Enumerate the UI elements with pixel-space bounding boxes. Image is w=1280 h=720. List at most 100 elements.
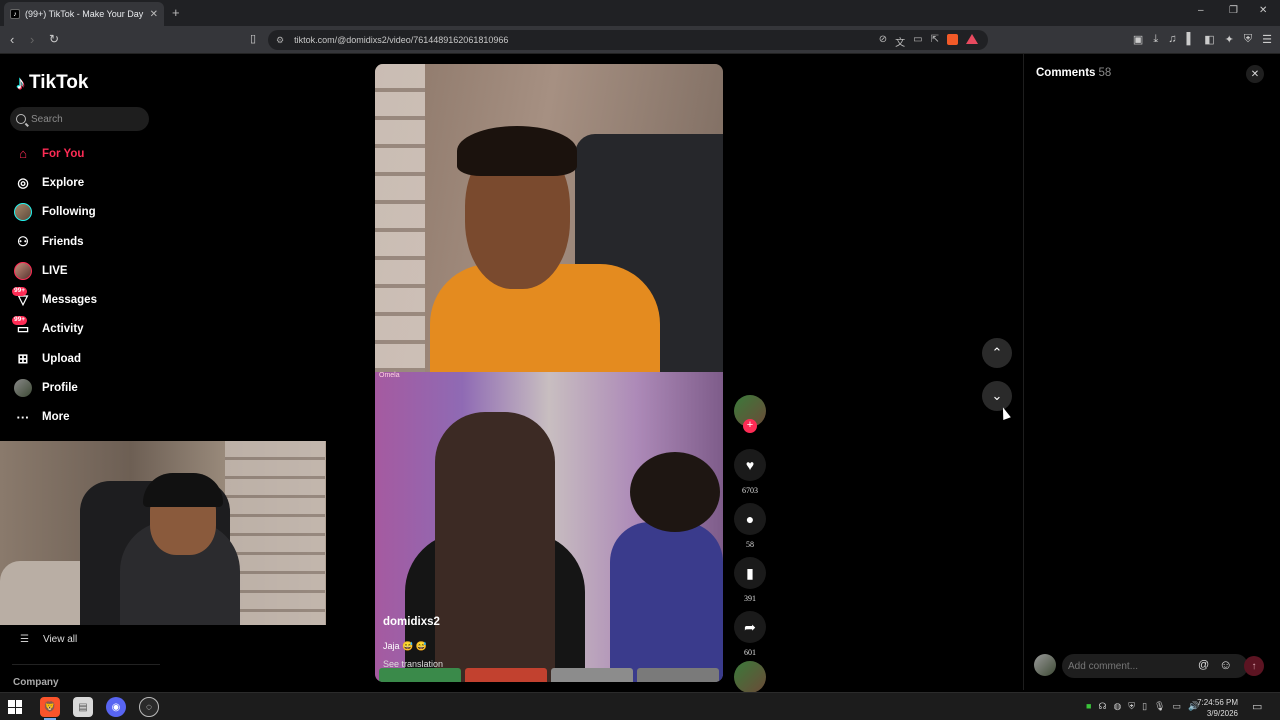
back-icon[interactable]: ‹ xyxy=(10,32,14,47)
company-link[interactable]: Company xyxy=(13,677,59,688)
compass-icon: ◎ xyxy=(17,174,29,190)
nvidia-icon[interactable]: ■ xyxy=(1086,701,1091,712)
post-comment-button[interactable]: ↑ xyxy=(1244,656,1264,676)
sidebar-item-for-you[interactable]: ⌂ For You xyxy=(14,139,97,168)
cast-icon[interactable]: ▭ xyxy=(913,34,922,49)
music-icon[interactable]: ♫ xyxy=(1168,33,1176,46)
windows-start-icon[interactable] xyxy=(8,700,22,714)
tab-close-icon[interactable]: ✕ xyxy=(150,9,158,20)
leo-ai-icon[interactable]: ✦ xyxy=(1225,33,1234,46)
address-bar[interactable]: ⚙ tiktok.com/@domidixs2/video/7614489162… xyxy=(268,30,988,50)
minimize-button[interactable]: – xyxy=(1198,5,1204,16)
view-all-label: View all xyxy=(42,634,78,645)
sidebar-item-label: Messages xyxy=(42,294,97,307)
bookmark-action[interactable]: ▮ 391 xyxy=(734,557,766,603)
shield-tray-icon[interactable]: ⛨ xyxy=(1128,701,1135,712)
share-icon[interactable]: ⇱ xyxy=(931,34,939,49)
no-media-icon[interactable]: ⊘ xyxy=(879,34,887,49)
music-disc-icon[interactable] xyxy=(734,661,766,693)
sidebar-item-more[interactable]: ··· More xyxy=(14,403,97,432)
sidebar-item-activity[interactable]: ▭ 99+ Activity xyxy=(12,315,97,344)
sidebar-item-messages[interactable]: ▽ 99+ Messages xyxy=(12,285,97,314)
share-action[interactable]: ➦ 601 xyxy=(734,611,766,657)
close-window-button[interactable]: ✕ xyxy=(1259,5,1267,16)
follow-plus-icon[interactable]: + xyxy=(743,419,757,433)
share-arrow-icon[interactable]: ➦ xyxy=(734,611,766,643)
browser-tab[interactable]: ♪ (99+) TikTok - Make Your Day ✕ xyxy=(4,2,164,26)
obs-icon[interactable]: ◌ xyxy=(139,697,159,717)
address-bar-icons: ⊘ 文 ▭ ⇱ xyxy=(879,34,978,49)
sidebar-item-live[interactable]: LIVE xyxy=(14,256,97,285)
discord-icon[interactable]: ◉ xyxy=(106,697,126,717)
bookmark-icon[interactable]: ▮ xyxy=(734,557,766,589)
vpn-icon[interactable]: ⛨ xyxy=(1244,33,1252,46)
share-count: 601 xyxy=(744,648,756,657)
clock-date: 3/9/2026 xyxy=(1206,709,1238,718)
emoji-icon[interactable]: ☺ xyxy=(1219,657,1232,672)
comment-icon[interactable]: ● xyxy=(734,503,766,535)
new-tab-button[interactable]: + xyxy=(172,5,180,20)
bookmark-page-icon[interactable]: ▯ xyxy=(250,32,256,45)
close-icon: ✕ xyxy=(1250,68,1260,80)
search-input[interactable] xyxy=(31,113,141,125)
author-avatar[interactable]: + xyxy=(734,395,766,433)
close-comments-button[interactable]: ✕ xyxy=(1246,65,1264,83)
system-clock[interactable]: 7:24:56 PM 3/9/2026 xyxy=(1194,697,1238,719)
search-box[interactable] xyxy=(10,107,149,131)
wallet-icon[interactable]: ▣ xyxy=(1133,33,1143,46)
clock-time: 7:24:56 PM xyxy=(1197,698,1238,707)
mouse-cursor-icon xyxy=(999,405,1011,421)
sidebar-toggle-icon[interactable]: ▌ xyxy=(1186,33,1194,46)
notification-icon[interactable]: ▭ xyxy=(1252,700,1262,713)
sidebar-item-label: Activity xyxy=(42,323,84,336)
comment-input[interactable] xyxy=(1068,660,1188,672)
browser-tab-strip: ♪ (99+) TikTok - Make Your Day ✕ + – ❐ ✕ xyxy=(0,0,1280,26)
site-info-icon[interactable]: ⚙ xyxy=(276,35,284,46)
comment-input-box[interactable]: @ ☺ xyxy=(1062,654,1248,678)
sidebar-item-label: Explore xyxy=(42,176,85,189)
video-actions: + ♥ 6703 ● 58 ▮ 391 ➦ 601 xyxy=(734,395,766,693)
sidebar-item-profile[interactable]: Profile xyxy=(14,373,97,402)
wallet-crypto-icon[interactable]: ◧ xyxy=(1204,33,1214,46)
video-player[interactable]: Omela domidixs2 Jaja 😅 😅 See translation xyxy=(375,64,723,682)
translate-icon[interactable]: 文 xyxy=(895,34,905,49)
sidebar-item-upload[interactable]: ⊞ Upload xyxy=(14,344,97,373)
sidebar-item-friends[interactable]: ⚇ Friends xyxy=(14,227,97,256)
file-explorer-icon[interactable]: ▤ xyxy=(73,697,93,717)
forward-icon[interactable]: › xyxy=(30,32,34,47)
activity-badge: 99+ xyxy=(12,316,28,325)
like-action[interactable]: ♥ 6703 xyxy=(734,449,766,495)
sidebar-item-following[interactable]: Following xyxy=(14,198,97,227)
tiktok-logo[interactable]: ♪ TikTok xyxy=(16,72,88,94)
microphone-icon[interactable]: 🎙 xyxy=(1154,701,1165,712)
previous-video-button[interactable]: ⌃ xyxy=(982,338,1012,368)
reload-icon[interactable]: ↻ xyxy=(49,32,59,46)
usb-icon[interactable]: ▯ xyxy=(1142,701,1147,712)
comments-title: Comments xyxy=(1036,67,1096,79)
bookmark-count: 391 xyxy=(744,594,756,603)
sidebar-nav: ⌂ For You ◎ Explore Following ⚇ Friends … xyxy=(12,139,97,432)
brave-shields-icon[interactable] xyxy=(947,34,958,45)
more-icon: ··· xyxy=(16,409,30,425)
video-author[interactable]: domidixs2 xyxy=(383,616,440,628)
sidebar-item-label: More xyxy=(42,411,70,424)
see-translation-link[interactable]: See translation xyxy=(383,659,443,669)
network-icon[interactable]: ▭ xyxy=(1172,701,1181,712)
live-avatar-icon xyxy=(14,261,32,280)
next-video-button[interactable]: ⌄ xyxy=(982,381,1012,411)
url-text: tiktok.com/@domidixs2/video/761448916206… xyxy=(294,35,509,45)
restore-button[interactable]: ❐ xyxy=(1229,5,1238,16)
menu-icon[interactable]: ☰ xyxy=(1262,33,1272,46)
download-icon[interactable]: ⤓ xyxy=(1153,33,1158,46)
heart-icon[interactable]: ♥ xyxy=(734,449,766,481)
chevron-down-icon: ⌄ xyxy=(991,388,1003,403)
comment-action[interactable]: ● 58 xyxy=(734,503,766,549)
sidebar-item-explore[interactable]: ◎ Explore xyxy=(14,168,97,197)
brave-rewards-icon[interactable] xyxy=(966,34,978,44)
steam-icon[interactable]: ◍ xyxy=(1113,701,1121,712)
headset-icon[interactable]: ☊ xyxy=(1098,701,1106,712)
view-all-link[interactable]: ☰ View all xyxy=(20,634,77,645)
brave-browser-icon[interactable]: 🦁 xyxy=(40,697,60,720)
watermark-text: Omela xyxy=(379,372,400,379)
mention-icon[interactable]: @ xyxy=(1198,659,1209,671)
